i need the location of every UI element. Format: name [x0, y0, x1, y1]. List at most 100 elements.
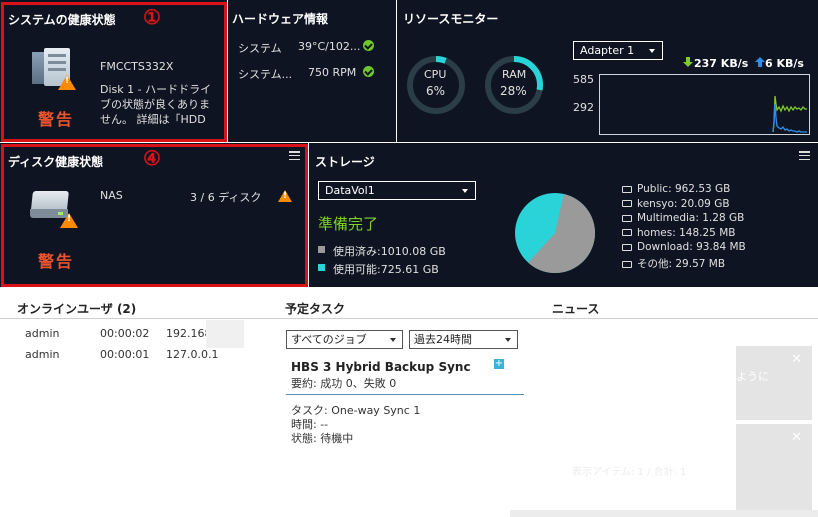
- resource-monitor-panel: リソースモニター CPU 6% RAM 28% Adapter 1 237 KB…: [397, 0, 818, 142]
- ok-check-icon: [363, 40, 374, 51]
- user-ip: 127.0.0.1: [166, 348, 219, 361]
- disk-group-label: NAS: [100, 189, 123, 202]
- disk-count: 3 / 6 ディスク: [190, 191, 262, 204]
- disk-health-status: 警告: [38, 252, 75, 271]
- list-menu-icon[interactable]: [799, 151, 810, 160]
- close-icon[interactable]: ✕: [791, 430, 802, 445]
- resource-title: リソースモニター: [403, 12, 499, 26]
- chart-y-tick-mid: 292: [573, 101, 594, 114]
- health-message-line-3: せん。 詳細は「HDD: [100, 113, 206, 126]
- network-chart: [599, 74, 810, 135]
- adapter-select[interactable]: Adapter 1: [573, 41, 663, 60]
- volume-select-value: DataVol1: [325, 184, 375, 197]
- chevron-down-icon: [649, 49, 655, 53]
- job-summary: 要約: 成功 0、失敗 0: [291, 377, 397, 390]
- folder-usage: Download: 93.84 MB: [637, 241, 746, 254]
- hw-temp-value: 39°C/102...: [298, 40, 361, 53]
- adapter-select-value: Adapter 1: [580, 44, 635, 57]
- download-rate: 237 KB/s: [694, 57, 749, 70]
- ram-value: 28%: [500, 84, 527, 98]
- news-footer-text: 表示アイテム: 1 / 合計: 1: [572, 467, 687, 478]
- hw-fan-value: 750 RPM: [308, 66, 357, 79]
- warning-icon: [58, 75, 76, 90]
- warning-icon: [278, 190, 292, 202]
- folder-item: kensyo: 20.09 GB: [622, 198, 730, 210]
- system-health-title: システムの健康状態: [8, 13, 116, 27]
- task-status: 状態: 待機中: [291, 432, 354, 445]
- user-name: admin: [25, 327, 60, 340]
- job-filter-select[interactable]: すべてのジョブ: [286, 330, 403, 349]
- storage-panel: ストレージ DataVol1 準備完了 使用済み:1010.08 GB 使用可能…: [309, 143, 818, 287]
- cpu-value: 6%: [426, 84, 446, 98]
- folder-usage: Multimedia: 1.28 GB: [637, 212, 745, 225]
- user-duration: 00:00:02: [100, 327, 150, 340]
- bottom-widgets: オンラインユーザ (2) admin 00:00:02 192.168 admi…: [0, 288, 818, 517]
- storage-free: 使用可能:725.61 GB: [333, 263, 439, 276]
- folder-item: その他: 29.57 MB: [622, 256, 725, 271]
- online-users-title: オンラインユーザ (2): [17, 302, 137, 316]
- folder-icon: [622, 185, 632, 193]
- user-ip: 192.168: [166, 327, 212, 340]
- task-divider: [286, 394, 524, 395]
- folder-icon: [622, 214, 632, 222]
- user-duration: 00:00:01: [100, 348, 150, 361]
- job-filter-value: すべてのジョブ: [291, 333, 367, 346]
- folder-icon: [622, 260, 632, 268]
- folder-usage: その他: 29.57 MB: [637, 258, 726, 270]
- hardware-panel: ハードウェア情報 システム 39°C/102... システム... 750 RP…: [228, 0, 396, 142]
- chevron-down-icon: [505, 338, 511, 342]
- ip-redacted-block: [206, 320, 244, 348]
- ram-label: RAM: [502, 68, 527, 81]
- upload-arrow-icon: [755, 57, 765, 67]
- folder-item: Multimedia: 1.28 GB: [622, 212, 744, 224]
- close-icon[interactable]: ✕: [791, 352, 802, 367]
- upload-rate: 6 KB/s: [765, 57, 804, 70]
- news-card[interactable]: ✕: [736, 424, 812, 517]
- disk-health-title: ディスク健康状態: [8, 155, 104, 169]
- chevron-down-icon: [462, 189, 468, 193]
- time-filter-value: 過去24時間: [414, 333, 472, 346]
- download-arrow-icon: [683, 57, 693, 67]
- annotation-number-1: ①: [143, 5, 161, 29]
- user-name: admin: [25, 348, 60, 361]
- job-name[interactable]: HBS 3 Hybrid Backup Sync: [291, 360, 471, 374]
- bottom-gray-strip: [510, 510, 818, 517]
- system-health-status: 警告: [38, 110, 75, 129]
- hardware-title: ハードウェア情報: [232, 12, 329, 26]
- chevron-down-icon: [390, 338, 396, 342]
- folder-icon: [622, 200, 632, 208]
- chart-y-tick-top: 585: [573, 73, 594, 86]
- volume-state: 準備完了: [318, 215, 379, 233]
- news-item-text: ように: [736, 370, 769, 383]
- health-message-line-2: ブの状態が良くありま: [100, 98, 210, 111]
- folder-item: Download: 93.84 MB: [622, 241, 746, 253]
- time-filter-select[interactable]: 過去24時間: [409, 330, 518, 349]
- ok-check-icon: [363, 66, 374, 77]
- annotation-number-4: ④: [143, 146, 161, 170]
- hw-fan-label: システム...: [238, 68, 293, 81]
- device-name: FMCCTS332X: [100, 60, 174, 73]
- folder-icon: [622, 229, 632, 237]
- news-card[interactable]: ように ✕: [736, 346, 812, 420]
- volume-select[interactable]: DataVol1: [318, 181, 476, 200]
- health-message-line-1: Disk 1 - ハードドライ: [100, 83, 212, 96]
- hw-temp-label: システム: [238, 42, 282, 55]
- folder-usage: Public: 962.53 GB: [637, 183, 731, 195]
- cpu-label: CPU: [424, 68, 447, 81]
- system-health-panel: システムの健康状態 警告 FMCCTS332X Disk 1 - ハードドライ …: [0, 0, 227, 142]
- expand-plus-icon[interactable]: +: [494, 359, 504, 369]
- tasks-title: 予定タスク: [285, 302, 346, 316]
- storage-pie-chart: [515, 193, 595, 273]
- warning-icon: [60, 213, 78, 228]
- news-title: ニュース: [552, 302, 600, 316]
- list-menu-icon[interactable]: [289, 151, 300, 160]
- storage-used: 使用済み:1010.08 GB: [333, 245, 446, 258]
- health-message-overflow: [100, 126, 104, 139]
- used-legend-swatch: [318, 246, 325, 253]
- folder-item: homes: 148.25 MB: [622, 227, 735, 239]
- storage-title: ストレージ: [315, 155, 375, 169]
- free-legend-swatch: [318, 264, 325, 271]
- folder-usage: homes: 148.25 MB: [637, 226, 736, 239]
- folder-icon: [622, 243, 632, 251]
- folder-item: Public: 962.53 GB: [622, 183, 730, 195]
